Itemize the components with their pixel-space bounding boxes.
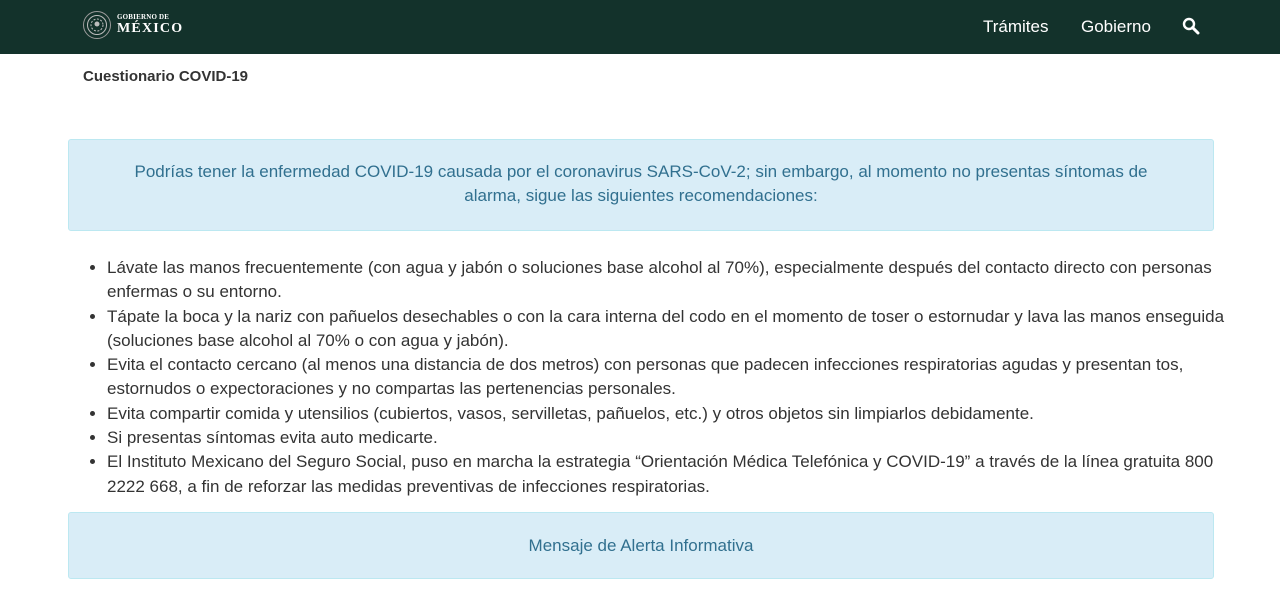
- top-navbar: GOBIERNO DE MÉXICO Trámites Gobierno: [0, 0, 1280, 54]
- list-item: Evita el contacto cercano (al menos una …: [107, 353, 1237, 402]
- nav-link-gobierno[interactable]: Gobierno: [1081, 17, 1151, 37]
- alert-message: Podrías tener la enfermedad COVID-19 cau…: [68, 139, 1214, 231]
- recommendations-list: Lávate las manos frecuentemente (con agu…: [90, 256, 1237, 499]
- logo-main-text: MÉXICO: [117, 21, 184, 36]
- list-item: Evita compartir comida y utensilios (cub…: [107, 402, 1237, 426]
- breadcrumb: Cuestionario COVID-19: [83, 68, 249, 85]
- search-icon[interactable]: [1180, 15, 1202, 37]
- info-alert: Mensaje de Alerta Informativa: [68, 512, 1214, 579]
- list-item: El Instituto Mexicano del Seguro Social,…: [107, 450, 1237, 499]
- nav-link-tramites[interactable]: Trámites: [983, 17, 1049, 37]
- list-item: Lávate las manos frecuentemente (con agu…: [107, 256, 1237, 305]
- logo-text: GOBIERNO DE MÉXICO: [117, 14, 183, 36]
- list-item: Si presentas síntomas evita auto medicar…: [107, 426, 1237, 450]
- seal-icon: [83, 11, 111, 39]
- gobierno-logo[interactable]: GOBIERNO DE MÉXICO: [83, 10, 183, 40]
- logo-top-text: GOBIERNO DE: [117, 13, 170, 21]
- list-item: Tápate la boca y la nariz con pañuelos d…: [107, 305, 1237, 354]
